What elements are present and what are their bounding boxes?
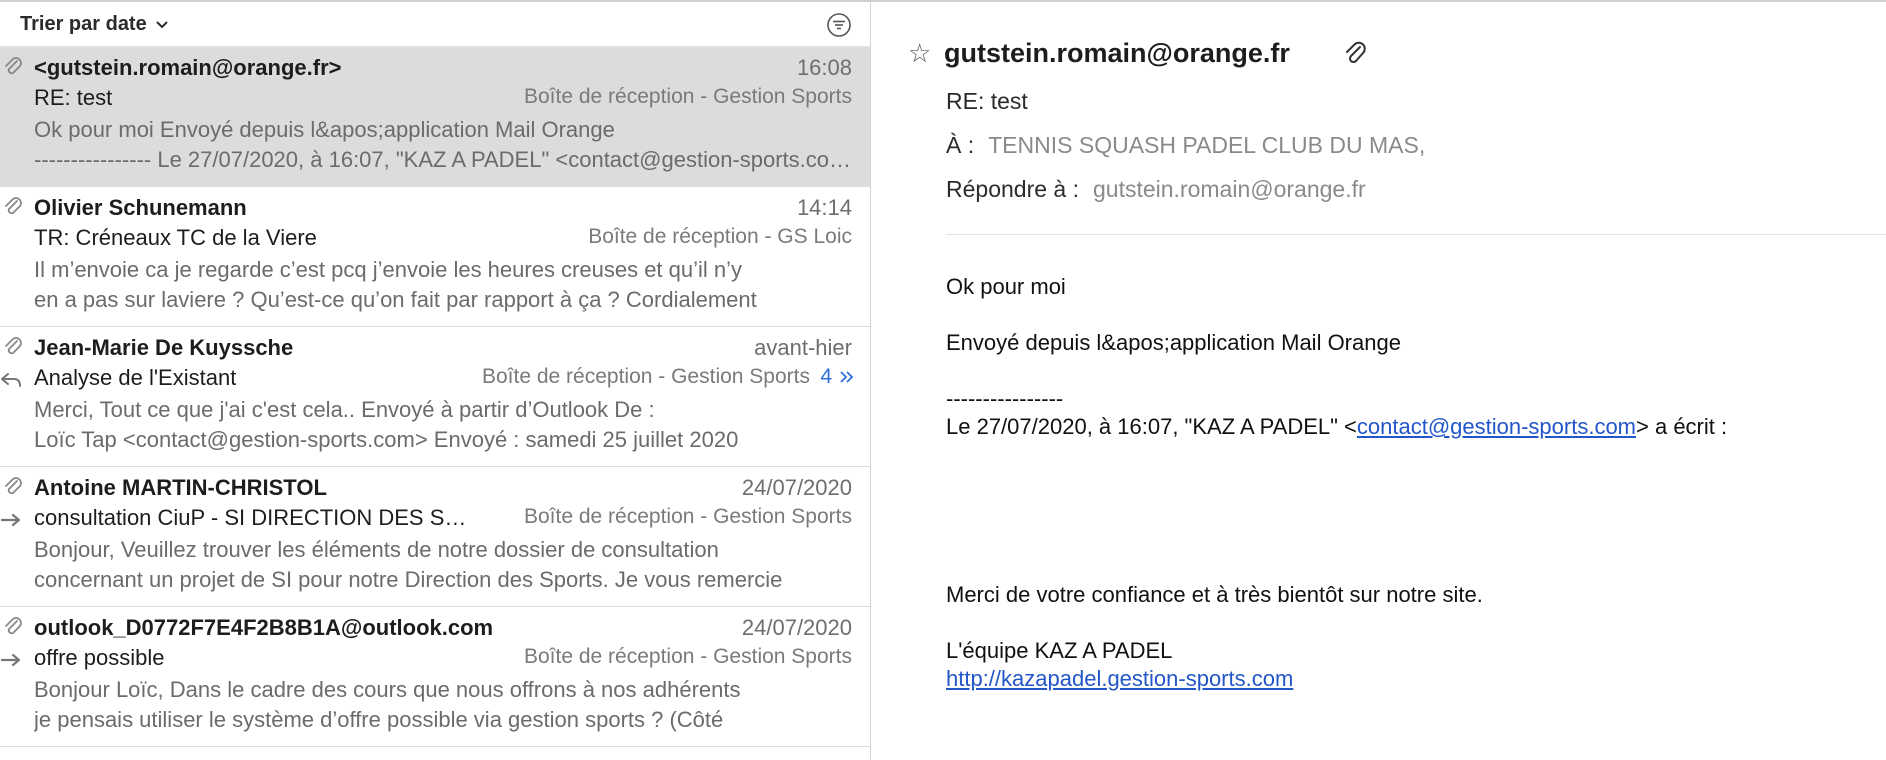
- forwarded-icon: [0, 653, 21, 667]
- message-row[interactable]: Antoine MARTIN-CHRISTOL 24/07/2020 consu…: [0, 467, 870, 607]
- message-subject: TR: Créneaux TC de la Viere: [34, 225, 317, 250]
- message-sender: Olivier Schunemann: [34, 195, 247, 220]
- message-preview-line: Merci, Tout ce que j'ai c'est cela.. Env…: [34, 397, 655, 422]
- star-icon[interactable]: ☆: [908, 38, 931, 69]
- message-preview-line: concernant un projet de SI pour notre Di…: [34, 567, 783, 592]
- message-row[interactable]: outlook_D0772F7E4F2B8B1A@outlook.com 24/…: [0, 607, 870, 747]
- quote-email-link[interactable]: contact@gestion-sports.com: [1357, 414, 1636, 439]
- message-preview-line: Loïc Tap <contact@gestion-sports.com> En…: [34, 427, 739, 452]
- sort-by-date-button[interactable]: Trier par date: [20, 13, 169, 36]
- double-chevron-right-icon: [840, 371, 854, 383]
- to-label: À :: [946, 132, 975, 158]
- message-date: 14:14: [796, 195, 852, 220]
- message-preview-line: Bonjour Loïc, Dans le cadre des cours qu…: [34, 677, 741, 702]
- message-sender: outlook_D0772F7E4F2B8B1A@outlook.com: [34, 615, 494, 640]
- message-preview: Ok pour moi Envoyé depuis l&apos;applica…: [34, 115, 852, 175]
- body-team: L'équipe KAZ A PADEL: [946, 638, 1173, 663]
- filter-icon[interactable]: [826, 12, 852, 38]
- attachment-icon[interactable]: [1342, 40, 1368, 66]
- message-mailbox: Boîte de réception - Gestion Sports: [523, 85, 852, 108]
- message-sender: Jean-Marie De Kuyssche: [34, 335, 294, 360]
- body-line: Ok pour moi: [946, 274, 1066, 299]
- message-preview: Bonjour Loïc, Dans le cadre des cours qu…: [34, 675, 852, 735]
- header-to-row: À : TENNIS SQUASH PADEL CLUB DU MAS,: [946, 132, 1425, 159]
- paperclip-icon: [5, 337, 22, 355]
- reply-to-address[interactable]: gutstein.romain@orange.fr: [1093, 176, 1366, 202]
- message-preview: Il m’envoie ca je regarde c’est pcq j’en…: [34, 255, 852, 315]
- paperclip-icon: [5, 477, 22, 495]
- body-thanks: Merci de votre confiance et à très bient…: [946, 582, 1483, 607]
- message-list-header: Trier par date: [0, 2, 870, 47]
- paperclip-icon: [5, 57, 22, 75]
- message-subject: offre possible: [34, 645, 165, 670]
- message-preview-line: en a pas sur laviere ? Qu’est-ce qu’on f…: [34, 287, 757, 312]
- message-preview-line: ---------------- Le 27/07/2020, à 16:07,…: [34, 147, 852, 172]
- message-subject: consultation CiuP - SI DIRECTION DES SPO…: [34, 505, 474, 530]
- message-row[interactable]: <gutstein.romain@orange.fr> 16:08 RE: te…: [0, 47, 870, 187]
- message-preview-line: Il m’envoie ca je regarde c’est pcq j’en…: [34, 257, 743, 282]
- message-preview-line: je pensais utiliser le système d’offre p…: [34, 707, 724, 732]
- to-recipient[interactable]: TENNIS SQUASH PADEL CLUB DU MAS,: [988, 132, 1425, 158]
- message-list-pane: Trier par date <gutstein.romain@orange.f…: [0, 2, 871, 760]
- body-line: Envoyé depuis l&apos;application Mail Or…: [946, 330, 1401, 355]
- message-preview: Merci, Tout ce que j'ai c'est cela.. Env…: [34, 395, 852, 455]
- quote-prefix: Le 27/07/2020, à 16:07, "KAZ A PADEL" <: [946, 414, 1357, 439]
- forwarded-icon: [0, 513, 21, 527]
- message-date: avant-hier: [754, 335, 852, 360]
- message-mailbox: Boîte de réception - GS Loic: [588, 225, 852, 248]
- message-preview-line: Bonjour, Veuillez trouver les éléments d…: [34, 537, 719, 562]
- message-date: 16:08: [796, 55, 852, 80]
- header-divider: [946, 234, 1886, 235]
- reading-pane: ☆ gutstein.romain@orange.fr RE: test À :…: [872, 2, 1886, 760]
- message-row[interactable]: Olivier Schunemann 14:14 TR: Créneaux TC…: [0, 187, 870, 327]
- message-sender: <gutstein.romain@orange.fr>: [34, 55, 342, 80]
- message-date: 24/07/2020: [741, 475, 852, 500]
- reply-to-label: Répondre à :: [946, 176, 1079, 202]
- message-subject: Analyse de l'Existant: [34, 365, 237, 390]
- message-date: 24/07/2020: [741, 615, 852, 640]
- quote-suffix: > a écrit :: [1636, 414, 1728, 439]
- message-row[interactable]: Jean-Marie De Kuyssche avant-hier Analys…: [0, 327, 870, 467]
- message-sender: Antoine MARTIN-CHRISTOL: [34, 475, 327, 500]
- paperclip-icon: [5, 197, 22, 215]
- message-mailbox: Boîte de réception - Gestion Sports: [481, 365, 810, 388]
- chevron-down-icon: [156, 20, 168, 28]
- message-mailbox: Boîte de réception - Gestion Sports: [523, 505, 852, 528]
- thread-count: 4: [820, 365, 832, 388]
- message-mailbox: Boîte de réception - Gestion Sports: [523, 645, 852, 668]
- sort-label: Trier par date: [20, 13, 147, 35]
- reader-subject: RE: test: [946, 88, 1028, 114]
- header-reply-row: Répondre à : gutstein.romain@orange.fr: [946, 176, 1366, 203]
- message-preview-line: Ok pour moi Envoyé depuis l&apos;applica…: [34, 117, 615, 142]
- replied-icon: [1, 373, 21, 387]
- reader-sender: gutstein.romain@orange.fr: [944, 38, 1290, 68]
- site-link[interactable]: http://kazapadel.gestion-sports.com: [946, 666, 1293, 692]
- message-preview: Bonjour, Veuillez trouver les éléments d…: [34, 535, 852, 595]
- body-dashes: ----------------: [946, 386, 1064, 411]
- thread-indicator[interactable]: 4: [820, 365, 854, 389]
- message-subject: RE: test: [34, 85, 113, 110]
- body-quote-line: Le 27/07/2020, à 16:07, "KAZ A PADEL" <c…: [946, 414, 1727, 440]
- paperclip-icon: [5, 617, 22, 635]
